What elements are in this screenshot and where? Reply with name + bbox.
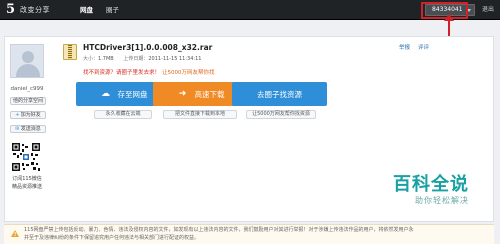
report-link[interactable]: 举报 <box>399 45 410 51</box>
arrow-up-icon <box>444 14 454 21</box>
warning-icon <box>11 230 19 239</box>
download-note: 把文件直接下载到本地 <box>163 110 237 119</box>
watermark-title: 百科全说 <box>393 174 469 195</box>
file-name: HTCDriver3[1].0.0.008_x32.rar <box>83 43 213 52</box>
share-space-label: 他的分享空间 <box>12 98 43 104</box>
upload-date-label: 上传日期： <box>123 56 149 62</box>
fast-download-label: 高速下载 <box>194 89 225 99</box>
rar-file-icon <box>63 44 77 60</box>
file-meta: 大小：1.7MB 上传日期：2011-11-15 11:34:11 <box>83 55 209 62</box>
avatar[interactable] <box>10 44 44 78</box>
send-message-button[interactable]: ✉ 发送消息 <box>10 125 46 133</box>
mail-icon: ✉ <box>15 126 20 132</box>
notice-line-2: 并至于及违律纠纷的条件下保留追究用户任何违法与相关部门进行配证的权益。 <box>24 235 200 241</box>
file-links: 举报 评评 <box>399 43 437 51</box>
save-note: 永久收藏在云端 <box>94 110 152 119</box>
avatar-body-icon <box>16 64 40 77</box>
qr-caption-1: 订阅115微信 <box>12 176 42 182</box>
logo[interactable]: 5 改变分享 <box>6 3 50 17</box>
find-in-circle-label: 去圈子找资源 <box>257 89 302 99</box>
qr-code <box>11 142 41 172</box>
qr-caption-2: 精品资源推送 <box>11 184 42 190</box>
share-space-button[interactable]: 他的分享空间 <box>10 97 46 105</box>
resource-hint-link[interactable]: 让5000万网友帮你找 <box>162 70 215 76</box>
file-size: 1.7MB <box>98 56 114 62</box>
plus-icon: + <box>15 112 20 118</box>
resource-hint: 找不到资源？请圈子里发去求！ 让5000万网友帮你找 <box>83 68 215 76</box>
upload-date: 2011-11-15 11:34:11 <box>148 56 202 62</box>
resource-hint-text: 找不到资源？请圈子里发去求！ <box>83 70 161 76</box>
logout-link[interactable]: 退出 <box>482 4 494 16</box>
logo-mark: 5 <box>6 2 16 17</box>
logo-text: 改变分享 <box>20 6 50 14</box>
size-label: 大小： <box>83 56 99 62</box>
tab-netdisk[interactable]: 网盘 <box>80 4 93 16</box>
cloud-icon: ☁ <box>101 89 110 99</box>
send-message-label: 发送消息 <box>20 126 41 132</box>
tab-circle[interactable]: 圈子 <box>106 4 119 16</box>
find-in-circle-button[interactable]: 去圈子找资源 <box>232 82 327 106</box>
notice-line-1: 115网盘严禁上传包括反动、暴力、色情、违法及侵权内容的文件，如发现有以上违法内… <box>24 227 414 233</box>
add-friend-label: 加为好友 <box>20 112 41 118</box>
legal-notice: 115网盘严禁上传包括反动、暴力、色情、违法及侵权内容的文件，如发现有以上违法内… <box>4 224 494 244</box>
add-friend-button[interactable]: + 加为好友 <box>10 111 46 119</box>
comments-link[interactable]: 评评 <box>418 45 429 51</box>
username[interactable]: daniel_c999 <box>10 86 44 92</box>
avatar-head-icon <box>22 51 34 63</box>
arrow-right-icon: ➜ <box>178 89 187 99</box>
save-to-disk-label: 存至网盘 <box>117 89 148 99</box>
find-note: 让5000万网友帮你找资源 <box>246 110 316 119</box>
watermark-subtitle: 助你轻松解决 <box>415 196 469 205</box>
